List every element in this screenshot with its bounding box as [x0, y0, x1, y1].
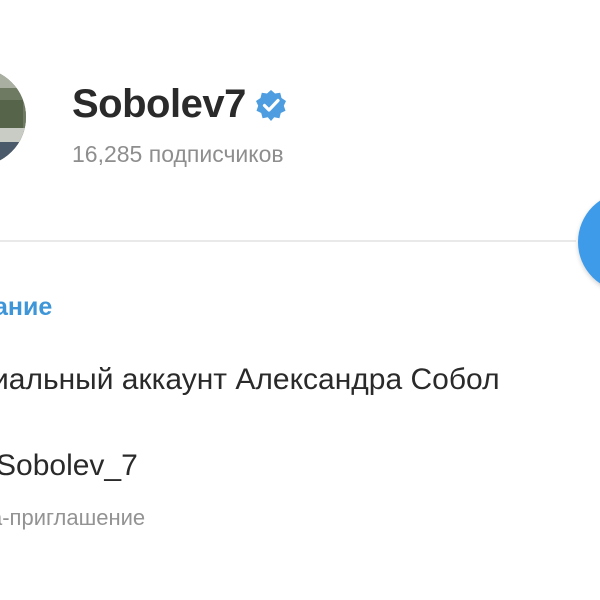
avatar-photo-icon — [0, 68, 26, 166]
username-caption: а-приглашение — [0, 505, 146, 530]
subscriber-count: 16,285 подписчиков — [72, 141, 284, 167]
verified-badge-icon — [254, 88, 288, 122]
floating-action-button[interactable] — [578, 192, 600, 292]
channel-avatar[interactable] — [0, 68, 26, 166]
description-section-title: ание — [0, 293, 53, 321]
header-divider — [0, 240, 576, 242]
channel-description: иальный аккаунт Александра Собол — [0, 363, 500, 396]
channel-profile-screen: Sobolev7 16,285 подписчиков ание иальный… — [0, 0, 600, 600]
channel-username-link[interactable]: Sobolev_7 — [0, 446, 138, 486]
channel-name: Sobolev7 — [72, 82, 246, 126]
channel-title-row: Sobolev7 — [72, 80, 288, 128]
